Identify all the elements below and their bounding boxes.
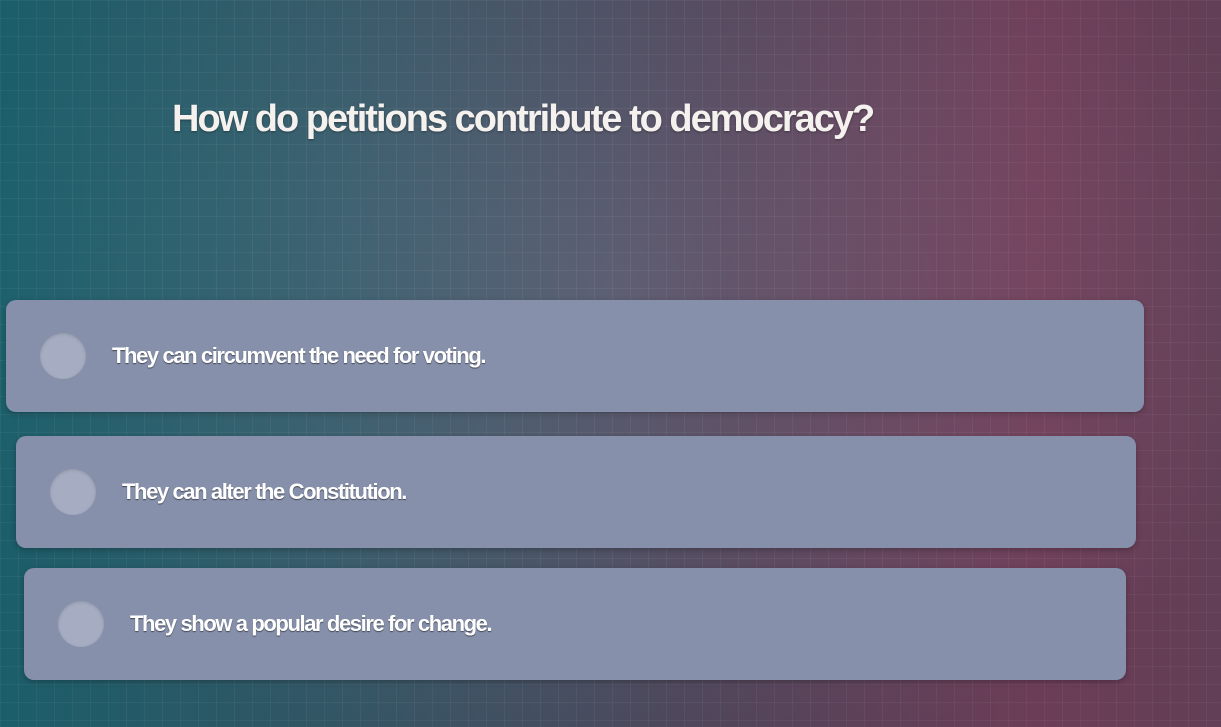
answer-label-3: They show a popular desire for change. (130, 611, 493, 636)
answer-option-3[interactable]: They show a popular desire for change. (24, 568, 1126, 680)
radio-button-2[interactable] (50, 469, 96, 515)
radio-button-1[interactable] (40, 333, 86, 379)
answer-option-1[interactable]: They can circumvent the need for voting. (6, 300, 1144, 412)
answer-label-1: They can circumvent the need for voting. (112, 343, 486, 368)
answer-list: They can circumvent the need for voting.… (0, 0, 1221, 727)
radio-button-3[interactable] (58, 601, 104, 647)
answer-label-2: They can alter the Constitution. (122, 479, 407, 504)
answer-option-2[interactable]: They can alter the Constitution. (16, 436, 1136, 548)
